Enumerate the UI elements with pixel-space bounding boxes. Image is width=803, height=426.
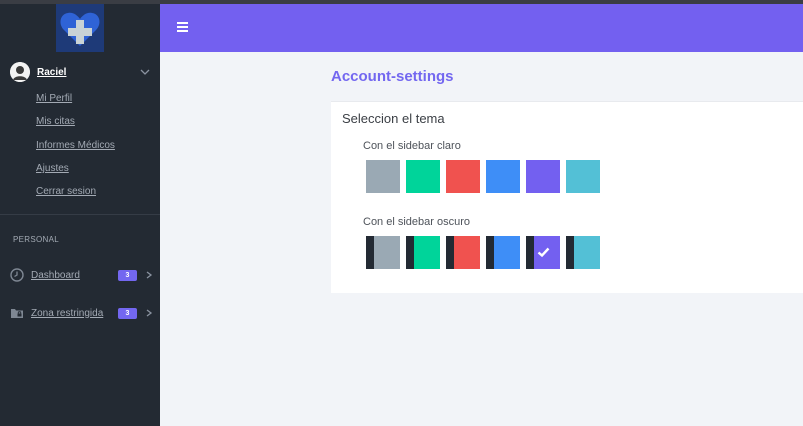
submenu-link-profile[interactable]: Mi Perfil [36, 92, 115, 115]
count-badge: 3 [118, 269, 137, 281]
sidebar-item-label: Dashboard [31, 269, 80, 281]
dark-sidebar-strip [366, 236, 374, 269]
theme-swatch-light-red[interactable] [446, 160, 480, 193]
theme-settings-card: Seleccion el tema Con el sidebar claro C… [331, 101, 803, 293]
theme-swatch-dark-megna[interactable] [566, 236, 600, 269]
submenu-link-settings[interactable]: Ajustes [36, 162, 115, 185]
logo-area[interactable] [0, 4, 160, 52]
user-name: Raciel [37, 66, 67, 78]
dark-sidebar-strip [406, 236, 414, 269]
sidebar-item-dashboard[interactable]: Dashboard 3 [0, 266, 160, 284]
checkmark-icon [537, 247, 550, 258]
theme-swatch-light-blue[interactable] [486, 160, 520, 193]
submenu-link-logout[interactable]: Cerrar sesion [36, 185, 115, 208]
theme-swatch-light-purple[interactable] [526, 160, 560, 193]
dark-sidebar-strip [486, 236, 494, 269]
user-submenu: Mi Perfil Mis citas Informes Médicos Aju… [36, 92, 115, 208]
theme-swatch-dark-purple[interactable] [526, 236, 560, 269]
theme-swatch-light-megna[interactable] [566, 160, 600, 193]
theme-swatch-light-green[interactable] [406, 160, 440, 193]
chevron-right-icon [146, 271, 153, 279]
topbar [160, 4, 803, 52]
dark-sidebar-strip [526, 236, 534, 269]
sidebar-divider [0, 214, 160, 215]
hamburger-menu-icon[interactable] [177, 22, 189, 32]
clock-icon [10, 268, 24, 282]
light-sidebar-label: Con el sidebar claro [363, 140, 461, 152]
sidebar-item-restricted-zone[interactable]: Zona restringida 3 [0, 304, 160, 322]
theme-swatch-dark-red[interactable] [446, 236, 480, 269]
sidebar-item-label: Zona restringida [31, 307, 104, 319]
theme-swatch-dark-blue[interactable] [486, 236, 520, 269]
logo-icon [56, 4, 104, 52]
submenu-link-appointments[interactable]: Mis citas [36, 115, 115, 138]
theme-swatch-dark-default[interactable] [366, 236, 400, 269]
page-title: Account-settings [331, 68, 454, 85]
card-title: Seleccion el tema [342, 111, 445, 126]
submenu-link-medical-reports[interactable]: Informes Médicos [36, 139, 115, 162]
chevron-right-icon [146, 309, 153, 317]
dark-sidebar-strip [566, 236, 574, 269]
chevron-down-icon [140, 69, 150, 75]
folder-lock-icon [11, 309, 23, 318]
avatar [10, 62, 30, 82]
theme-swatch-light-default[interactable] [366, 160, 400, 193]
dark-sidebar-label: Con el sidebar oscuro [363, 216, 471, 228]
user-menu-toggle[interactable]: Raciel [0, 60, 160, 84]
sidebar-section-label: PERSONAL [13, 235, 59, 244]
dark-sidebar-strip [446, 236, 454, 269]
theme-swatch-dark-green[interactable] [406, 236, 440, 269]
count-badge: 3 [118, 307, 137, 319]
